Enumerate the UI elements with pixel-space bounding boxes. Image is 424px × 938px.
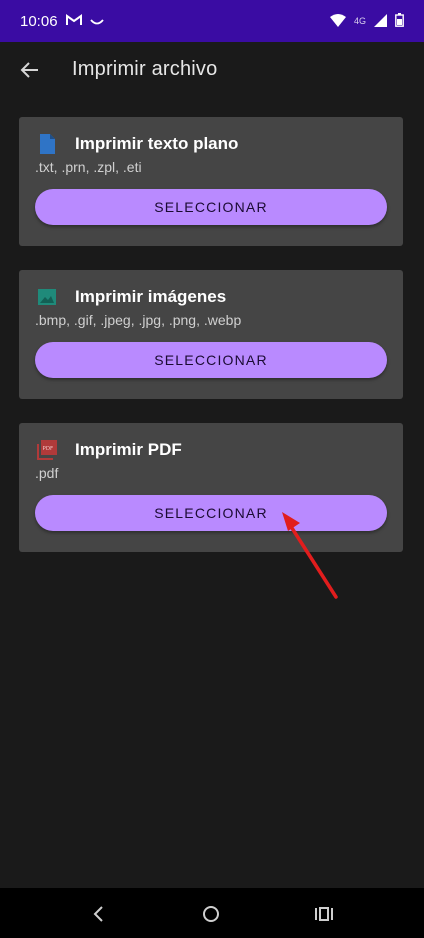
status-left: 10:06 [20,13,104,30]
card-images: Imprimir imágenes .bmp, .gif, .jpeg, .jp… [19,270,403,399]
svg-text:PDF: PDF [43,446,54,452]
page-title: Imprimir archivo [72,58,218,80]
status-right: 4G [329,13,404,29]
select-pdf-button[interactable]: SELECCIONAR [35,495,387,531]
select-images-button[interactable]: SELECCIONAR [35,342,387,378]
system-nav-bar [0,888,424,938]
card-plain-text: Imprimir texto plano .txt, .prn, .zpl, .… [19,117,403,246]
recents-icon [315,907,333,921]
gmail-icon [65,13,82,30]
nav-home-button[interactable] [199,902,223,926]
arrow-back-icon [20,62,38,78]
select-plain-text-button[interactable]: SELECCIONAR [35,189,387,225]
network-type-label: 4G [353,16,366,26]
text-file-icon [37,134,57,154]
card-subtitle: .pdf [35,465,59,481]
back-button[interactable] [16,56,44,84]
status-bar: 10:06 4G [0,0,424,42]
nav-recents-button[interactable] [312,902,336,926]
status-time: 10:06 [20,12,58,30]
card-title: Imprimir texto plano [75,134,239,153]
card-title: Imprimir PDF [75,440,182,459]
card-subtitle: .bmp, .gif, .jpeg, .jpg, .png, .webp [35,312,242,328]
home-circle-icon [203,906,219,922]
card-subtitle: .txt, .prn, .zpl, .eti [35,159,142,175]
wifi-icon [329,13,346,29]
battery-icon [395,13,404,29]
back-triangle-icon [93,906,103,922]
nav-back-button[interactable] [86,902,110,926]
card-title: Imprimir imágenes [75,287,227,306]
image-icon [37,287,57,307]
card-pdf: PDF Imprimir PDF .pdf SELECCIONAR [19,423,403,552]
app-bar: Imprimir archivo [0,42,424,100]
notification-icon [89,13,104,30]
signal-icon [374,13,387,29]
pdf-file-icon: PDF [37,440,57,460]
